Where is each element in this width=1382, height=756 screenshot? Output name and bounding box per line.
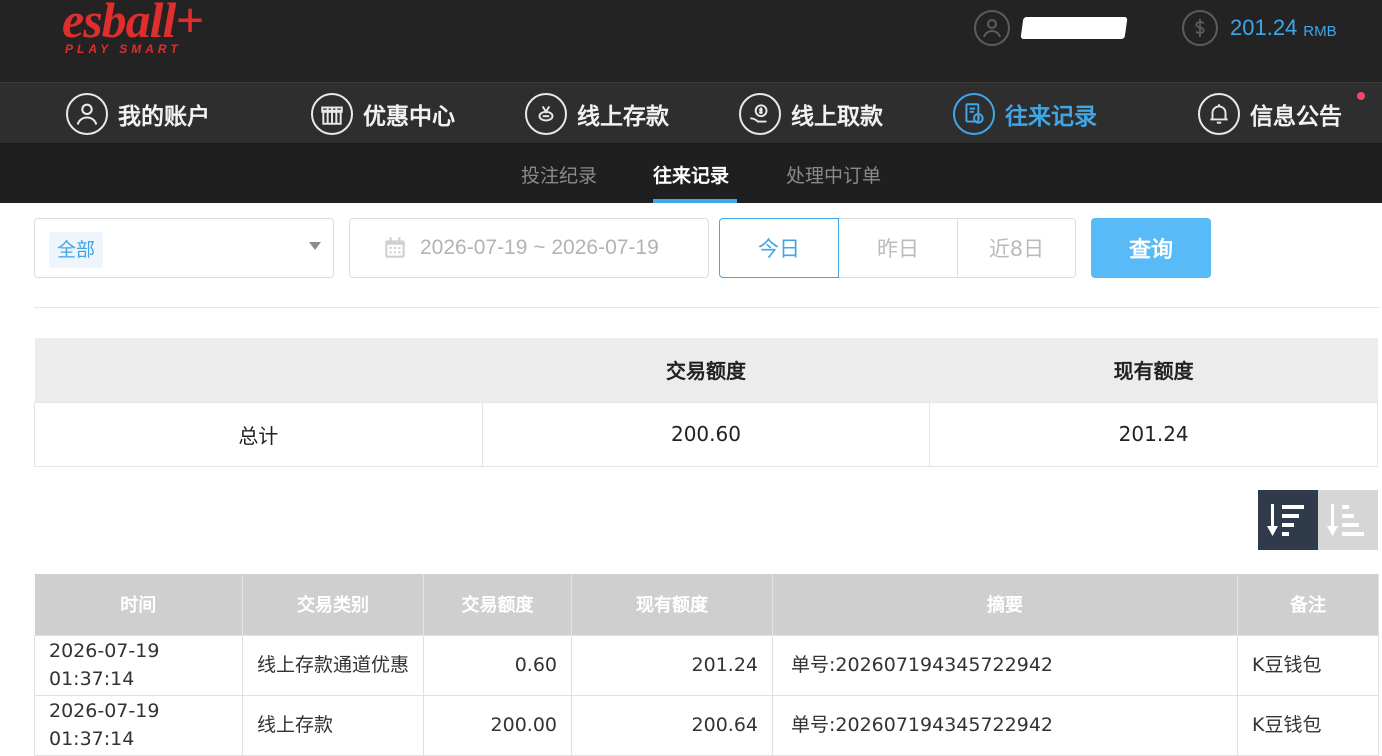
divider — [34, 307, 1379, 308]
cell-remark: K豆钱包 — [1237, 694, 1379, 756]
summary-transaction-amount: 200.60 — [481, 401, 931, 467]
nav-label: 往来记录 — [1005, 104, 1097, 130]
cell-type: 线上存款通道优惠 — [242, 634, 424, 696]
column-header-remark[interactable]: 备注 — [1237, 574, 1379, 635]
date-range-text: 2026-07-19 ~ 2026-07-19 — [420, 236, 659, 259]
active-tab-underline — [653, 199, 737, 203]
user-icon — [66, 93, 108, 135]
sort-ascending-icon — [1326, 500, 1370, 540]
gift-icon — [311, 93, 353, 135]
balance-currency: RMB — [1303, 22, 1337, 40]
cell-amount: 0.60 — [423, 634, 572, 696]
tab-bet-records[interactable]: 投注纪录 — [521, 161, 597, 188]
cell-remark: K豆钱包 — [1237, 634, 1379, 696]
username-masked — [1020, 17, 1128, 39]
balance-amount: 201.24 — [1230, 15, 1298, 40]
cell-type: 线上存款 — [242, 694, 424, 756]
cell-balance: 200.64 — [571, 694, 773, 756]
records-table: 时间 交易类别 交易额度 现有额度 摘要 备注 2026-07-19 01:37… — [34, 574, 1379, 756]
summary-table: 交易额度 现有额度 总计 200.60 201.24 — [34, 338, 1378, 467]
nav-label: 线上取款 — [791, 104, 883, 130]
withdraw-icon — [739, 93, 781, 135]
nav-announcements[interactable]: 信息公告 — [1198, 92, 1342, 136]
nav-label: 优惠中心 — [363, 104, 455, 130]
summary-header-cell — [34, 338, 483, 402]
cell-time: 2026-07-19 01:37:14 — [34, 634, 243, 696]
range-last-8-days-button[interactable]: 近8日 — [957, 218, 1076, 278]
table-row: 2026-07-19 01:37:14 线上存款通道优惠 0.60 201.24… — [34, 634, 1379, 696]
user-circle-icon — [974, 10, 1010, 46]
column-header-time[interactable]: 时间 — [34, 574, 243, 635]
cell-amount: 200.00 — [423, 694, 572, 756]
summary-total-row: 总计 200.60 201.24 — [34, 401, 1378, 467]
column-header-balance[interactable]: 现有额度 — [571, 574, 773, 635]
summary-header-cell: 交易额度 — [482, 338, 930, 402]
range-yesterday-button[interactable]: 昨日 — [838, 218, 958, 278]
summary-current-balance: 201.24 — [929, 401, 1378, 467]
bell-icon — [1198, 93, 1240, 135]
nav-label: 线上存款 — [577, 104, 669, 130]
notification-dot — [1357, 92, 1365, 100]
sort-descending-icon — [1266, 500, 1310, 540]
sort-ascending-button[interactable] — [1318, 490, 1378, 550]
summary-header-row: 交易额度 现有额度 — [34, 338, 1378, 402]
deposit-icon — [525, 93, 567, 135]
balance-info: 201.24 RMB — [1182, 10, 1337, 46]
chevron-down-icon — [309, 242, 321, 250]
nav-withdraw[interactable]: 线上取款 — [739, 92, 883, 136]
main-nav: 我的账户 优惠中心 线上存款 线上取款 往来记录 信息公告 — [0, 82, 1382, 144]
sort-descending-button[interactable] — [1258, 490, 1318, 550]
cell-summary: 单号:202607194345722942 — [772, 634, 1238, 696]
tab-transaction-records[interactable]: 往来记录 — [653, 161, 729, 188]
sub-nav: 投注纪录 往来记录 处理中订单 — [0, 144, 1382, 203]
column-header-type[interactable]: 交易类别 — [242, 574, 424, 635]
top-bar: esball+ PLAY SMART 201.24 RMB — [0, 0, 1382, 82]
type-select[interactable]: 全部 — [34, 218, 334, 278]
brand-logo[interactable]: esball+ PLAY SMART — [62, 0, 232, 58]
logo-text: esball+ — [62, 0, 204, 48]
tab-pending-orders[interactable]: 处理中订单 — [786, 161, 881, 188]
summary-header-cell: 现有额度 — [929, 338, 1378, 402]
column-header-summary[interactable]: 摘要 — [772, 574, 1238, 635]
cell-balance: 201.24 — [571, 634, 773, 696]
column-header-amount[interactable]: 交易额度 — [423, 574, 572, 635]
summary-label: 总计 — [34, 401, 483, 467]
query-button[interactable]: 查询 — [1091, 218, 1211, 278]
dollar-circle-icon — [1182, 10, 1218, 46]
records-header-row: 时间 交易类别 交易额度 现有额度 摘要 备注 — [34, 574, 1379, 635]
nav-label: 我的账户 — [118, 104, 210, 130]
logo-tagline: PLAY SMART — [65, 42, 182, 56]
nav-transaction-records[interactable]: 往来记录 — [953, 92, 1097, 136]
records-icon — [953, 93, 995, 135]
nav-deposit[interactable]: 线上存款 — [525, 92, 669, 136]
calendar-icon — [382, 235, 408, 261]
date-range-picker[interactable]: 2026-07-19 ~ 2026-07-19 — [349, 218, 709, 278]
nav-label: 信息公告 — [1250, 104, 1342, 130]
range-today-button[interactable]: 今日 — [719, 218, 839, 278]
cell-time: 2026-07-19 01:37:14 — [34, 694, 243, 756]
cell-summary: 单号:202607194345722942 — [772, 694, 1238, 756]
nav-my-account[interactable]: 我的账户 — [66, 92, 210, 136]
nav-promotions[interactable]: 优惠中心 — [311, 92, 455, 136]
type-select-value: 全部 — [49, 232, 104, 268]
user-info[interactable] — [974, 10, 1128, 46]
table-row: 2026-07-19 01:37:14 线上存款 200.00 200.64 单… — [34, 694, 1379, 756]
